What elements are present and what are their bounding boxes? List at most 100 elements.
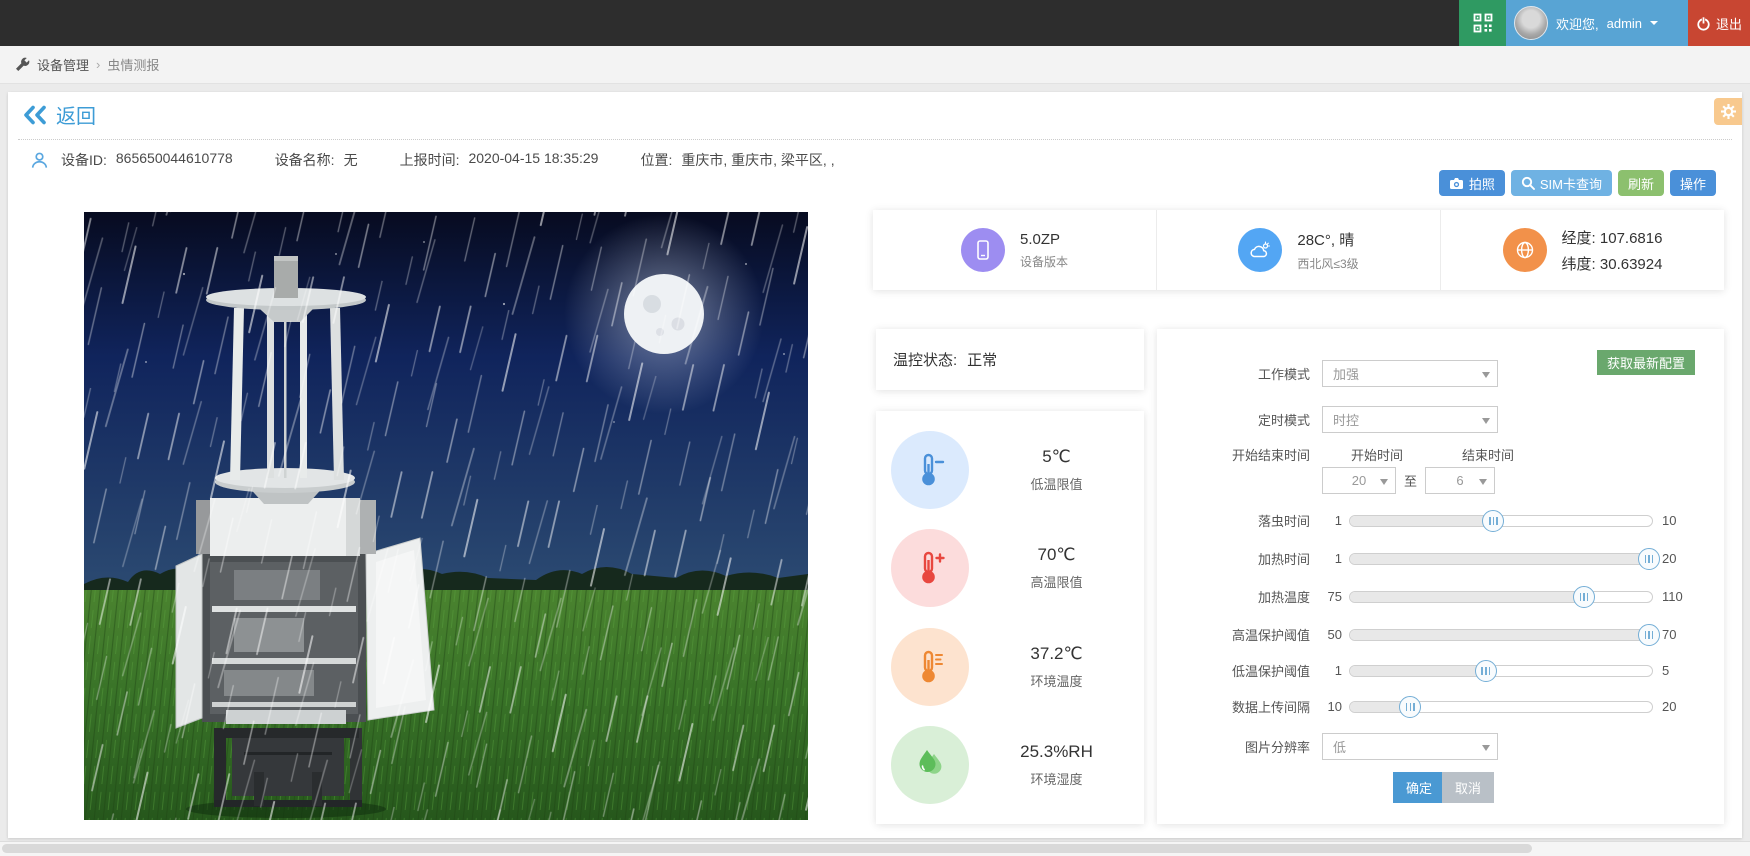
resolution-value: 低 <box>1333 737 1346 756</box>
slider-row-low-protect: 低温保护阈值 1 5 <box>1162 661 1696 680</box>
fetch-config-button[interactable]: 获取最新配置 <box>1597 350 1695 375</box>
username: admin <box>1607 16 1642 31</box>
ambient-temp-value: 37.2℃ <box>969 644 1144 664</box>
high-temp-value: 70℃ <box>969 545 1144 565</box>
device-info-row: 设备ID:865650044610778 设备名称:无 上报时间:2020-04… <box>30 150 877 170</box>
slider-fill <box>1350 516 1493 526</box>
end-time-select[interactable]: 6 <box>1425 467 1495 494</box>
work-mode-select[interactable]: 加强 <box>1322 360 1498 387</box>
device-photo <box>84 212 808 820</box>
chevron-down-icon <box>1650 21 1658 29</box>
device-name-value: 无 <box>344 150 358 170</box>
slider-track[interactable] <box>1349 591 1653 603</box>
cancel-button[interactable]: 取消 <box>1442 772 1494 803</box>
cloud-sun-icon <box>1238 228 1282 272</box>
breadcrumb-separator: › <box>96 57 100 72</box>
breadcrumb-item-device-mgmt[interactable]: 设备管理 <box>37 55 89 74</box>
slider-row-high-protect: 高温保护阈值 50 70 <box>1162 625 1696 644</box>
refresh-label: 刷新 <box>1628 174 1654 193</box>
operate-button[interactable]: 操作 <box>1670 170 1716 196</box>
sim-query-button[interactable]: SIM卡查询 <box>1511 170 1612 196</box>
take-photo-button[interactable]: 拍照 <box>1439 170 1505 196</box>
slider-max: 20 <box>1662 551 1696 566</box>
wind-value: 西北风≤3级 <box>1297 255 1358 272</box>
low-temp-value: 5℃ <box>969 447 1144 467</box>
ambient-humidity-row: 25.3%RH 环境湿度 <box>876 726 1144 804</box>
low-temp-label: 低温限值 <box>969 474 1144 493</box>
slider-handle[interactable] <box>1475 660 1497 682</box>
slider-track[interactable] <box>1349 629 1653 641</box>
ambient-temp-label: 环境温度 <box>969 671 1144 690</box>
settings-tab-button[interactable] <box>1714 98 1742 125</box>
user-menu[interactable]: 欢迎您, admin <box>1506 0 1688 46</box>
slider-fill <box>1350 554 1649 564</box>
high-temp-limit-row: 70℃ 高温限值 <box>876 529 1144 607</box>
slider-handle[interactable] <box>1638 624 1660 646</box>
resolution-label: 图片分辨率 <box>1162 737 1310 756</box>
refresh-button[interactable]: 刷新 <box>1618 170 1664 196</box>
start-time-select[interactable]: 20 <box>1322 467 1396 494</box>
thermometer-icon <box>891 628 969 706</box>
search-icon <box>1521 176 1535 190</box>
timer-mode-value: 时控 <box>1333 410 1359 429</box>
slider-fill <box>1350 592 1584 602</box>
latitude-value: 纬度: 30.63924 <box>1562 253 1663 274</box>
slider-row-heat-time: 加热时间 1 20 <box>1162 549 1696 568</box>
slider-max: 70 <box>1662 627 1696 642</box>
camera-icon <box>1449 177 1464 190</box>
slider-max: 5 <box>1662 663 1696 678</box>
resolution-row: 图片分辨率 低 <box>1162 733 1498 760</box>
info-cards: 5.0ZP 设备版本 28C°, 晴 西北风≤3级 <box>873 210 1724 290</box>
device-version-label: 设备版本 <box>1020 253 1068 270</box>
timer-mode-select[interactable]: 时控 <box>1322 406 1498 433</box>
scrollbar-thumb[interactable] <box>2 844 1532 853</box>
back-button[interactable]: 返回 <box>22 100 96 129</box>
main-panel: 返回 设备ID:865650044610778 设备名称:无 上报时间: <box>8 92 1742 838</box>
slider-track[interactable] <box>1349 553 1653 565</box>
slider-max: 20 <box>1662 699 1696 714</box>
slider-row-heat-temp: 加热温度 75 110 <box>1162 587 1696 606</box>
slider-track[interactable] <box>1349 701 1653 713</box>
location-value: 重庆市, 重庆市, 梁平区, , <box>681 150 834 170</box>
status-value: 正常 <box>967 349 997 370</box>
qr-code-button[interactable] <box>1459 0 1506 46</box>
high-temp-label: 高温限值 <box>969 572 1144 591</box>
end-time-value: 6 <box>1456 473 1463 488</box>
chevron-down-icon <box>1380 479 1388 489</box>
logout-button[interactable]: 退出 <box>1688 0 1750 46</box>
slider-handle[interactable] <box>1573 586 1595 608</box>
to-label: 至 <box>1404 471 1417 490</box>
slider-label: 加热时间 <box>1162 549 1310 568</box>
slider-min: 1 <box>1316 663 1342 678</box>
slider-track[interactable] <box>1349 515 1653 527</box>
confirm-button[interactable]: 确定 <box>1393 772 1445 803</box>
work-mode-value: 加强 <box>1333 364 1359 383</box>
breadcrumb-item-pest-report[interactable]: 虫情测报 <box>107 55 159 74</box>
time-range-row: 20 至 6 <box>1162 467 1495 494</box>
horizontal-scrollbar <box>0 841 1750 856</box>
toolbar: 拍照 SIM卡查询 刷新 操作 <box>1439 170 1716 196</box>
location-label: 位置: <box>640 150 672 170</box>
slider-handle[interactable] <box>1638 548 1660 570</box>
slider-min: 75 <box>1316 589 1342 604</box>
resolution-select[interactable]: 低 <box>1322 733 1498 760</box>
top-bar: 欢迎您, admin 退出 <box>0 0 1750 46</box>
low-temp-limit-row: 5℃ 低温限值 <box>876 431 1144 509</box>
temp-control-status-panel: 温控状态: 正常 <box>876 329 1144 390</box>
chevron-down-icon <box>1482 745 1490 755</box>
chevron-down-icon <box>1482 372 1490 382</box>
person-icon <box>30 151 49 170</box>
take-photo-label: 拍照 <box>1469 174 1495 193</box>
ambient-humidity-label: 环境湿度 <box>969 769 1144 788</box>
slider-fill <box>1350 630 1649 640</box>
start-time-label: 开始时间 <box>1322 445 1432 464</box>
slider-min: 50 <box>1316 627 1342 642</box>
slider-track[interactable] <box>1349 665 1653 677</box>
slider-handle[interactable] <box>1482 510 1504 532</box>
wrench-icon <box>14 57 30 73</box>
slider-handle[interactable] <box>1399 696 1421 718</box>
gear-icon <box>1721 104 1736 119</box>
double-chevron-left-icon <box>22 105 50 125</box>
back-label: 返回 <box>56 100 96 129</box>
slider-max: 10 <box>1662 513 1696 528</box>
